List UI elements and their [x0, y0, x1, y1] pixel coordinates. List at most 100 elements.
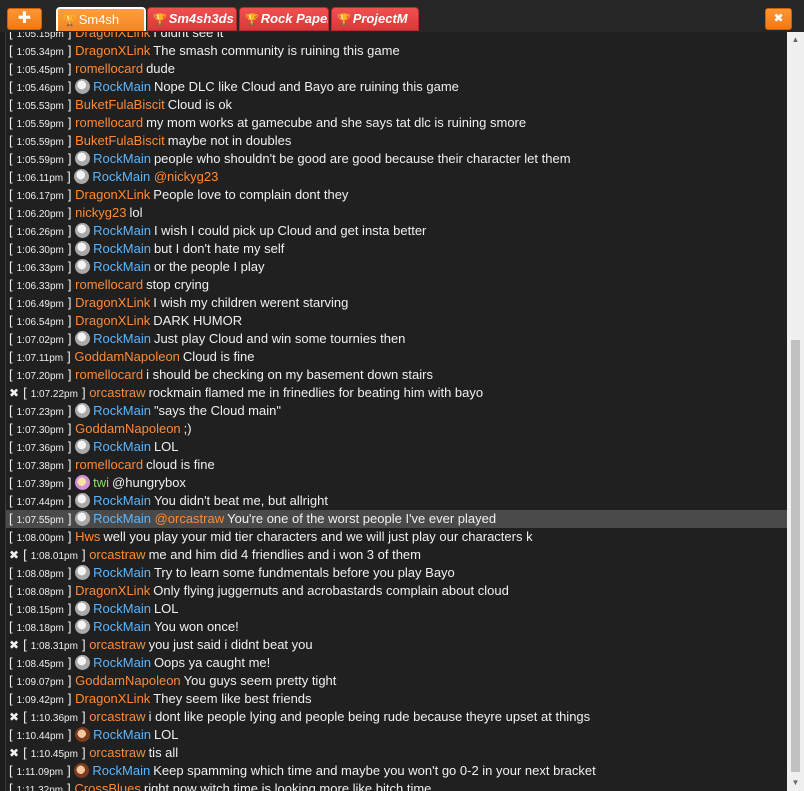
message-text: or the people I play [153, 259, 265, 274]
username[interactable]: DragonXLink [75, 32, 150, 40]
avatar-icon[interactable] [75, 601, 91, 616]
avatar-icon[interactable] [75, 511, 91, 526]
username[interactable]: GoddamNapoleon [74, 349, 180, 364]
username[interactable]: romellocard [75, 115, 143, 130]
message-row: [1:11.32pm] CrossBlues right now witch ti… [6, 780, 787, 791]
tab-sm4sh3ds[interactable]: 🏆 Sm4sh3ds [147, 7, 237, 31]
username[interactable]: RockMain [93, 331, 151, 346]
username[interactable]: RockMain [93, 619, 151, 634]
avatar-icon[interactable] [75, 655, 91, 670]
username[interactable]: twi [93, 475, 109, 490]
username[interactable]: RockMain [92, 763, 150, 778]
username[interactable]: orcastraw [89, 745, 145, 760]
timestamp: 1:06.26pm [16, 227, 64, 238]
username[interactable]: DragonXLink [75, 187, 150, 202]
scrollbar-thumb[interactable] [791, 340, 800, 772]
username[interactable]: RockMain [93, 259, 151, 274]
add-tab-button[interactable]: ✚ [7, 8, 42, 30]
username[interactable]: DragonXLink [75, 313, 150, 328]
trophy-icon: 🏆 [245, 14, 259, 26]
username[interactable]: orcastraw [89, 709, 145, 724]
username[interactable]: DragonXLink [75, 43, 150, 58]
remove-x-icon[interactable]: ✖ [9, 746, 19, 760]
username[interactable]: BuketFulaBiscit [75, 133, 165, 148]
avatar-icon[interactable] [74, 169, 90, 184]
message-row: [1:11.09pm] RockMain Keep spamming which … [6, 762, 787, 780]
avatar-icon[interactable] [75, 79, 91, 94]
avatar-icon[interactable] [75, 727, 91, 742]
username[interactable]: romellocard [75, 277, 143, 292]
avatar-icon[interactable] [75, 619, 91, 634]
avatar-icon[interactable] [75, 331, 91, 346]
chat-scrollbar[interactable]: ▲ ▼ [787, 32, 804, 791]
username[interactable]: orcastraw [89, 385, 145, 400]
message-text: "says the Cloud main" [153, 403, 281, 418]
avatar-icon[interactable] [75, 151, 91, 166]
message-text: stop crying [146, 277, 209, 292]
timestamp: 1:06.33pm [16, 263, 64, 274]
bracket-open: [ [9, 403, 13, 418]
close-tab-button[interactable]: ✖ [765, 8, 792, 30]
username[interactable]: RockMain [93, 565, 151, 580]
username[interactable]: romellocard [75, 457, 143, 472]
message-row: [1:05.15pm] DragonXLink I didnt see it [6, 32, 787, 42]
avatar-icon[interactable] [75, 493, 91, 508]
bracket-open: [ [9, 727, 13, 742]
username[interactable]: RockMain [93, 439, 151, 454]
message-text: Just play Cloud and win some tournies th… [153, 331, 406, 346]
username[interactable]: DragonXLink [75, 583, 150, 598]
username[interactable]: RockMain [93, 403, 151, 418]
username[interactable]: RockMain [93, 727, 151, 742]
username[interactable]: RockMain [93, 511, 151, 526]
username[interactable]: DragonXLink [75, 691, 150, 706]
chat-log[interactable]: [1:05.15pm] DragonXLink I didnt see it [1:… [5, 32, 787, 791]
message-text: You didn't beat me, but allright [153, 493, 328, 508]
scroll-up-arrow-icon[interactable]: ▲ [787, 32, 804, 48]
avatar-icon[interactable] [75, 223, 91, 238]
username[interactable]: BuketFulaBiscit [75, 97, 165, 112]
username[interactable]: RockMain [93, 655, 151, 670]
username[interactable]: GoddamNapoleon [75, 421, 181, 436]
scroll-down-arrow-icon[interactable]: ▼ [787, 775, 804, 791]
remove-x-icon[interactable]: ✖ [9, 638, 19, 652]
username[interactable]: CrossBlues [74, 781, 140, 791]
username[interactable]: romellocard [75, 367, 143, 382]
mention-link[interactable]: @orcastraw [155, 511, 225, 526]
username[interactable]: RockMain [93, 79, 151, 94]
remove-x-icon[interactable]: ✖ [9, 548, 19, 562]
avatar-icon[interactable] [75, 403, 91, 418]
bracket-open: [ [9, 277, 13, 292]
username[interactable]: romellocard [75, 61, 143, 76]
message-text: Keep spamming which time and maybe you w… [153, 763, 596, 778]
username[interactable]: DragonXLink [75, 295, 150, 310]
tab-sm4sh[interactable]: 🏆 Sm4sh [56, 7, 146, 31]
username[interactable]: RockMain [93, 151, 151, 166]
remove-x-icon[interactable]: ✖ [9, 710, 19, 724]
bracket-open: [ [9, 601, 13, 616]
message-text: I wish I could pick up Cloud and get ins… [153, 223, 427, 238]
username[interactable]: nickyg23 [75, 205, 126, 220]
tab-rock-paper[interactable]: 🏆Rock Paper S [239, 7, 329, 31]
timestamp: 1:08.08pm [16, 569, 64, 580]
username[interactable]: RockMain [93, 241, 151, 256]
tab-projectm[interactable]: 🏆 ProjectM [331, 7, 419, 31]
avatar-icon[interactable] [75, 475, 91, 490]
avatar-icon[interactable] [75, 259, 91, 274]
avatar-icon[interactable] [74, 763, 90, 778]
username[interactable]: GoddamNapoleon [75, 673, 181, 688]
avatar-icon[interactable] [75, 241, 91, 256]
username[interactable]: RockMain [92, 169, 150, 184]
remove-x-icon[interactable]: ✖ [9, 386, 19, 400]
username[interactable]: orcastraw [89, 547, 145, 562]
username[interactable]: Hws [75, 529, 100, 544]
timestamp: 1:07.30pm [16, 425, 64, 436]
username[interactable]: RockMain [93, 223, 151, 238]
timestamp: 1:05.46pm [16, 83, 64, 94]
avatar-icon[interactable] [75, 565, 91, 580]
username[interactable]: RockMain [93, 493, 151, 508]
avatar-icon[interactable] [75, 439, 91, 454]
bracket-open: [ [9, 583, 13, 598]
username[interactable]: RockMain [93, 601, 151, 616]
mention-link[interactable]: @nickyg23 [154, 169, 219, 184]
username[interactable]: orcastraw [89, 637, 145, 652]
